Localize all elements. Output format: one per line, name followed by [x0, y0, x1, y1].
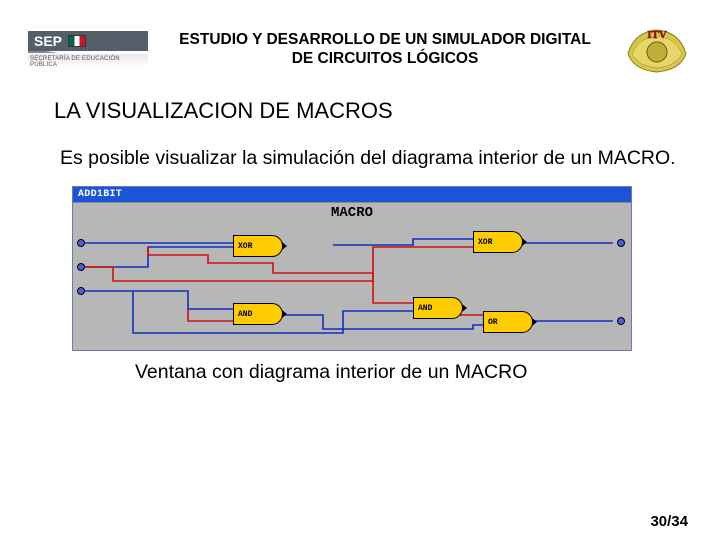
sep-logo: SEP SECRETARÍA DE EDUCACIÓN PÚBLICA: [28, 31, 148, 68]
itv-crest-icon: ITV: [626, 24, 688, 74]
gate-xor: XOR: [473, 231, 523, 253]
flag-wave-icon: [28, 51, 58, 53]
body-paragraph: Es posible visualizar la simulación del …: [0, 124, 720, 170]
title-line-2: DE CIRCUITOS LÓGICOS: [156, 49, 614, 68]
gate-xor: XOR: [233, 235, 283, 257]
mexico-flag-icon: [68, 35, 86, 47]
gate-and: AND: [413, 297, 463, 319]
macro-window: ADD1BIT MACRO: [72, 186, 632, 351]
figure-caption: Ventana con diagrama interior de un MACR…: [0, 351, 720, 384]
slide-header: SEP SECRETARÍA DE EDUCACIÓN PÚBLICA ESTU…: [0, 0, 720, 80]
macro-canvas: MACRO: [73, 202, 631, 350]
wires-svg: [73, 203, 631, 350]
gate-and: AND: [233, 303, 283, 325]
title-line-1: ESTUDIO Y DESARROLLO DE UN SIMULADOR DIG…: [156, 30, 614, 49]
sep-logo-bar: SEP: [28, 31, 148, 51]
page-number: 30/34: [650, 513, 688, 530]
itv-logo: ITV: [622, 24, 692, 74]
document-title: ESTUDIO Y DESARROLLO DE UN SIMULADOR DIG…: [148, 30, 622, 69]
section-title: LA VISUALIZACION DE MACROS: [0, 80, 720, 124]
sep-subtitle: SECRETARÍA DE EDUCACIÓN PÚBLICA: [28, 54, 148, 68]
sep-logo-text: SEP: [34, 33, 62, 49]
macro-window-titlebar: ADD1BIT: [73, 187, 631, 202]
gate-or: OR: [483, 311, 533, 333]
itv-logo-text: ITV: [647, 29, 667, 41]
